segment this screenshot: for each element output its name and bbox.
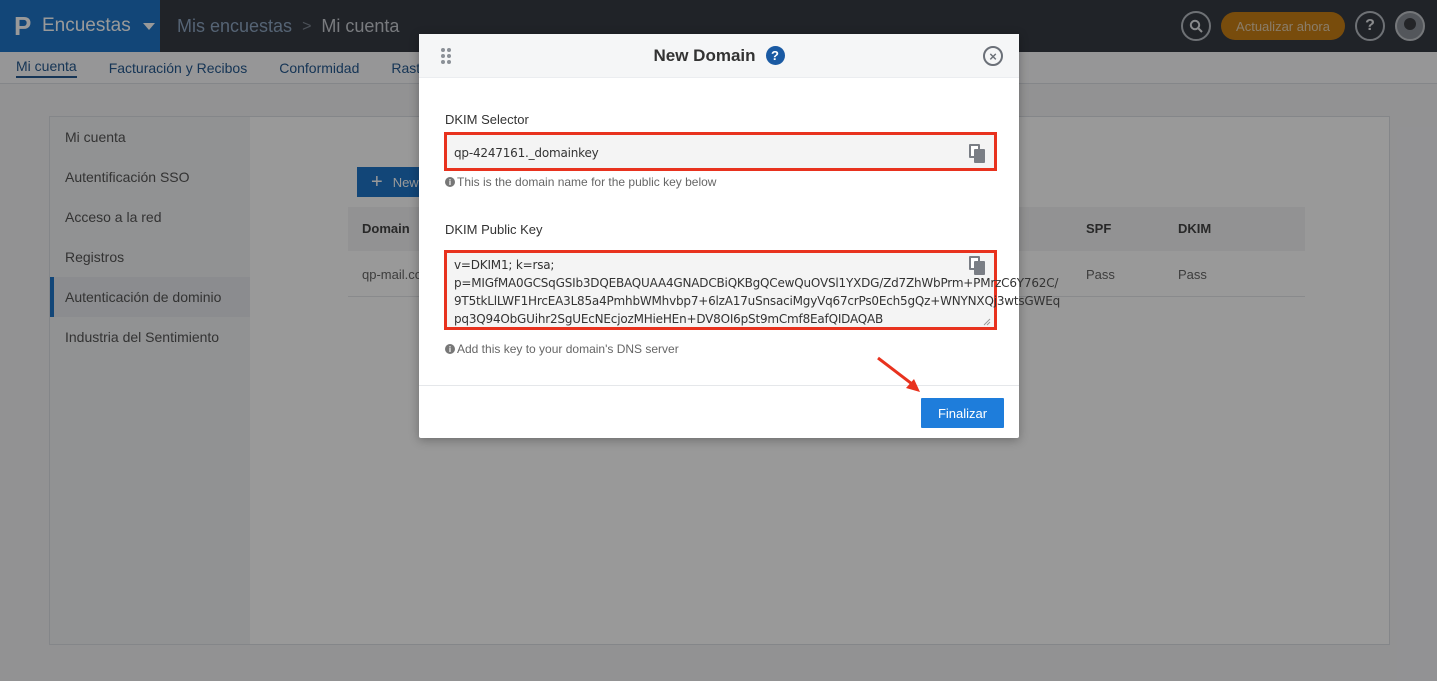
dkim-public-key-textarea[interactable]: v=DKIM1; k=rsa; p=MIGfMA0GCSqGSIb3DQEBAQ… [444, 250, 1060, 330]
copy-icon[interactable] [969, 256, 985, 276]
finish-button[interactable]: Finalizar [921, 398, 1004, 428]
drag-handle-icon[interactable] [441, 48, 451, 64]
pubkey-line: p=MIGfMA0GCSqGSIb3DQEBAQUAA4GNADCBiQKBgQ… [454, 276, 1059, 290]
pubkey-line: 9T5tkLlLWF1HrcEA3L85a4PmhbWMhvbp7+6lzA17… [454, 294, 1060, 308]
close-icon[interactable]: × [983, 46, 1003, 66]
dkim-selector-hint-text: This is the domain name for the public k… [457, 175, 717, 189]
new-domain-dialog: New Domain ? × DKIM Selector qp-4247161.… [419, 34, 1060, 438]
dialog-header: New Domain ? × [419, 34, 1019, 78]
dkim-public-key-label: DKIM Public Key [445, 222, 543, 237]
dkim-selector-value: qp-4247161._domainkey [454, 146, 599, 160]
dkim-public-key-hint: i Add this key to your domain's DNS serv… [445, 342, 679, 356]
copy-icon[interactable] [969, 144, 985, 164]
dkim-selector-label: DKIM Selector [445, 112, 529, 127]
resize-handle-icon[interactable] [983, 318, 991, 326]
dialog-footer: Finalizar [419, 385, 1019, 438]
dkim-public-key-hint-text: Add this key to your domain's DNS server [457, 342, 679, 356]
dkim-selector-hint: i This is the domain name for the public… [445, 175, 716, 189]
info-icon: i [445, 177, 455, 187]
annotation-arrow-icon [877, 356, 920, 392]
dialog-title: New Domain [653, 45, 756, 65]
pubkey-line: pq3Q94ObGUihr2SgUEcNEcjozMHieHEn+DV8OI6p… [454, 312, 884, 326]
dkim-selector-field[interactable]: qp-4247161._domainkey [444, 132, 997, 171]
help-icon[interactable]: ? [765, 46, 785, 65]
info-icon: i [445, 344, 455, 354]
